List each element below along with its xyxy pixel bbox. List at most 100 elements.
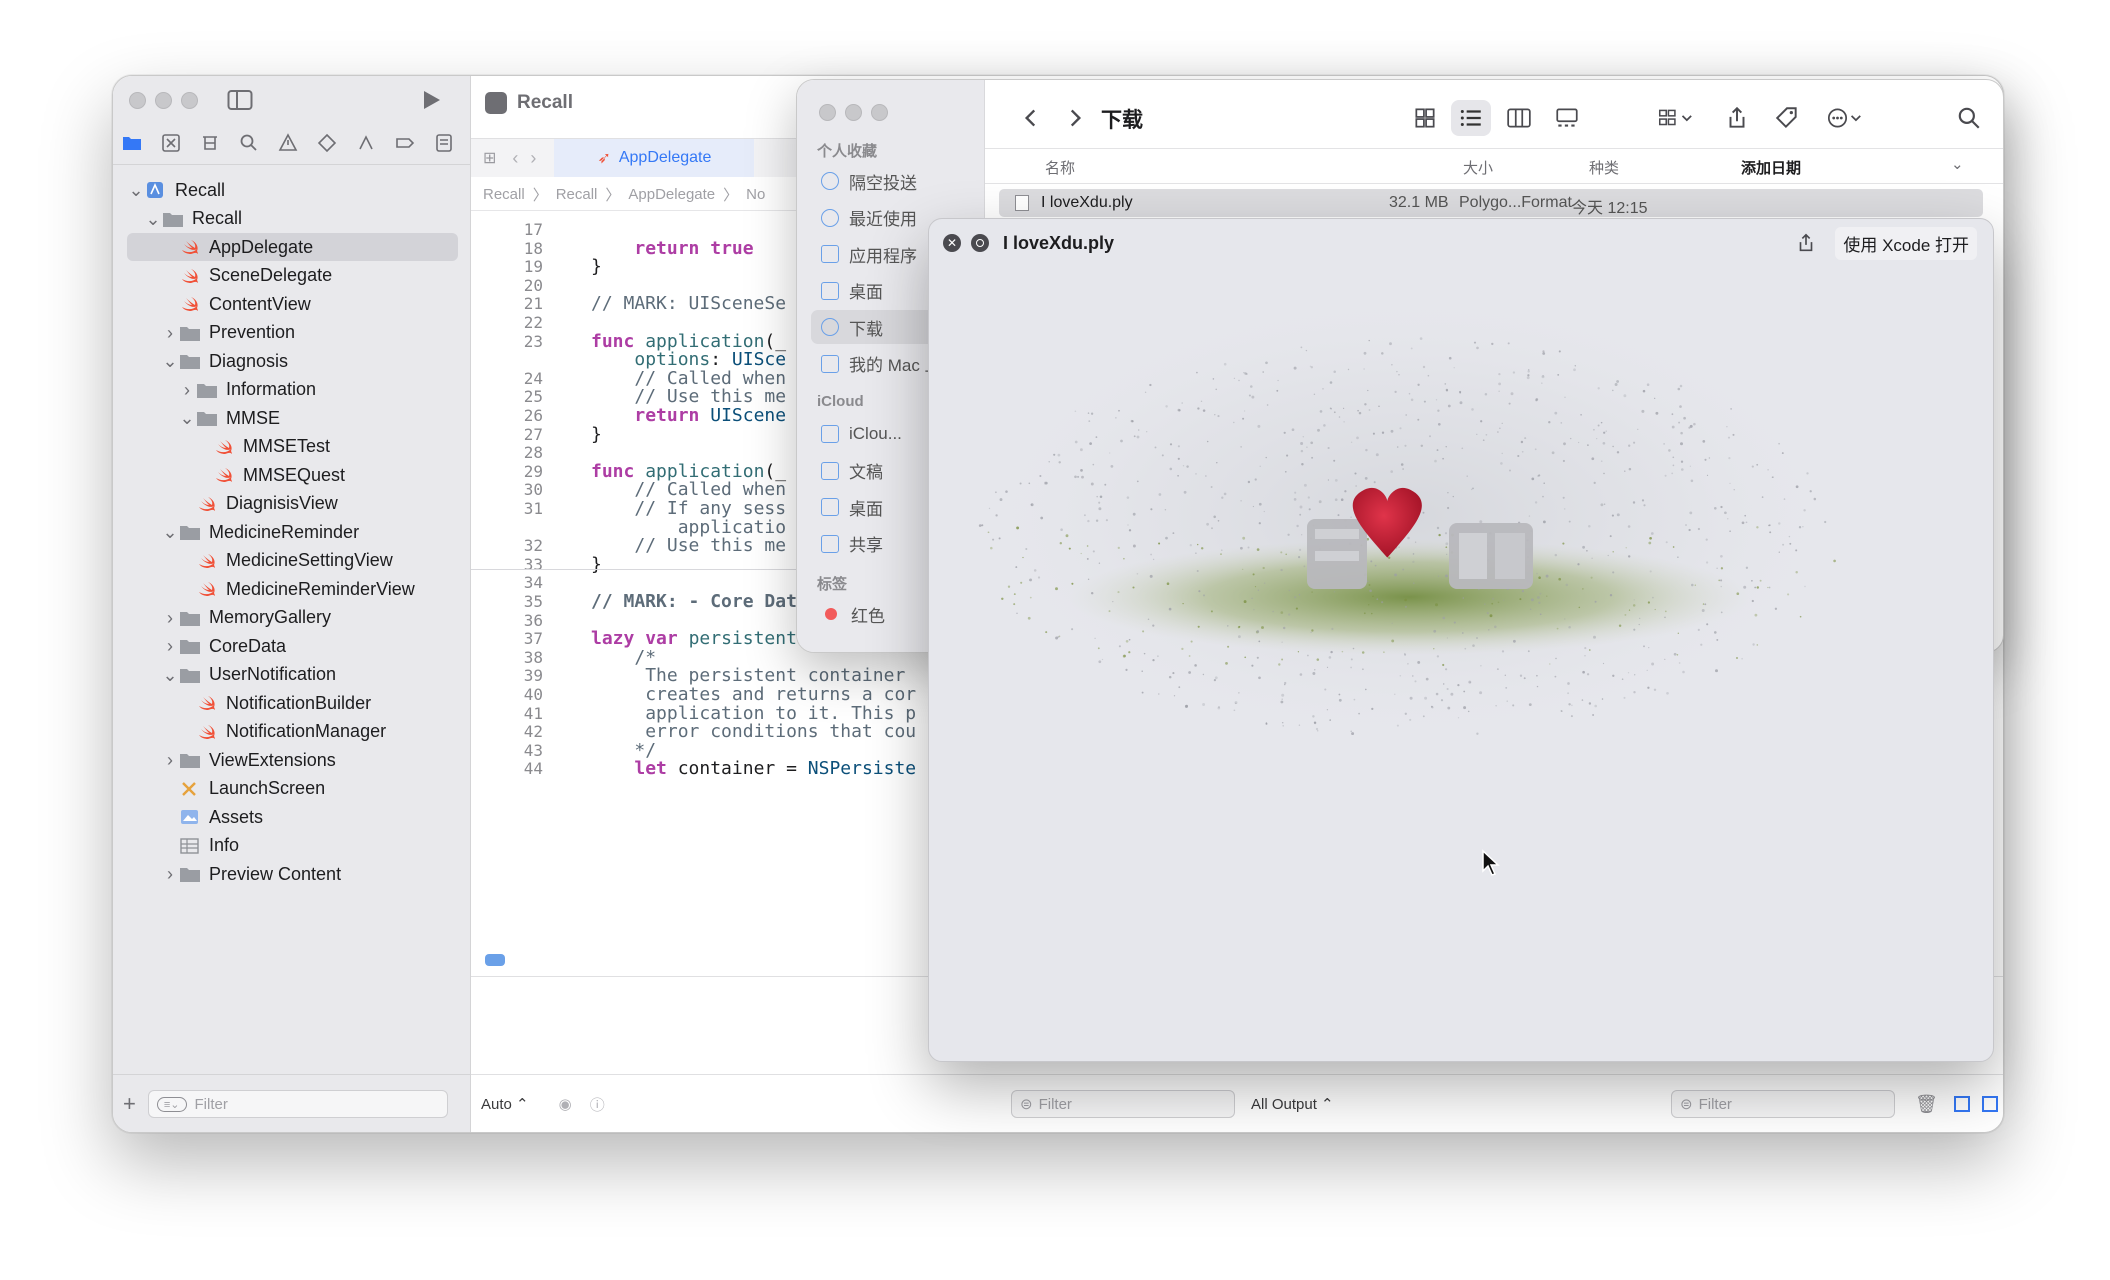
breakpoint-icon[interactable] bbox=[392, 130, 418, 156]
list-view-icon[interactable] bbox=[1451, 100, 1491, 136]
grid-icon[interactable]: ⊞ bbox=[483, 148, 496, 168]
chevron-right-icon[interactable]: › bbox=[161, 324, 179, 342]
share-icon[interactable] bbox=[1717, 100, 1757, 136]
navigator-item-prevention[interactable]: › Prevention bbox=[127, 319, 458, 347]
search-icon[interactable] bbox=[236, 130, 262, 156]
fullscreen-icon[interactable] bbox=[971, 234, 989, 252]
run-icon[interactable] bbox=[419, 88, 443, 112]
forward-icon[interactable] bbox=[1055, 100, 1095, 136]
trash-icon[interactable]: 🗑 bbox=[1915, 1094, 1938, 1115]
navigator-item-recall[interactable]: ⌄ Recall bbox=[127, 176, 458, 204]
navigator-item-mmsetest[interactable]: MMSETest bbox=[127, 433, 458, 461]
debug-icon[interactable] bbox=[353, 130, 379, 156]
navigator-item-appdelegate[interactable]: AppDelegate bbox=[127, 233, 458, 261]
back-icon[interactable] bbox=[1011, 100, 1051, 136]
line-number: 36 bbox=[523, 610, 543, 630]
open-with-xcode-button[interactable]: 使用 Xcode 打开 bbox=[1835, 226, 1977, 260]
forward-icon[interactable]: › bbox=[530, 148, 536, 169]
line-number: 27 bbox=[523, 424, 543, 444]
navigator-item-information[interactable]: › Information bbox=[127, 376, 458, 404]
navigator-item-viewextensions[interactable]: › ViewExtensions bbox=[127, 746, 458, 774]
navigator-item-medicinereminder[interactable]: ⌄ MedicineReminder bbox=[127, 518, 458, 546]
zoom-window-button[interactable] bbox=[181, 92, 198, 109]
swift-file-icon bbox=[196, 495, 218, 513]
navigator-filter-field[interactable]: ≡⌄ Filter bbox=[147, 1090, 448, 1118]
folder-icon[interactable] bbox=[119, 130, 145, 156]
column-kind[interactable]: 种类 bbox=[1589, 157, 1619, 178]
search-icon[interactable] bbox=[1949, 100, 1989, 136]
navigator-item-mmse[interactable]: ⌄ MMSE bbox=[127, 404, 458, 432]
info-icon[interactable]: ⓘ bbox=[590, 1094, 605, 1115]
navigator-item-memorygallery[interactable]: › MemoryGallery bbox=[127, 604, 458, 632]
symbol-icon[interactable] bbox=[197, 130, 223, 156]
navigator-item-notificationbuilder[interactable]: NotificationBuilder bbox=[127, 689, 458, 717]
share-icon[interactable] bbox=[1795, 232, 1817, 254]
navigator-item-preview-content[interactable]: › Preview Content bbox=[127, 860, 458, 888]
navigator-item-notificationmanager[interactable]: NotificationManager bbox=[127, 718, 458, 746]
gallery-view-icon[interactable] bbox=[1547, 100, 1587, 136]
point-cloud-preview[interactable] bbox=[929, 267, 1994, 1062]
chevron-down-icon[interactable]: ⌄ bbox=[1951, 155, 1964, 173]
breakpoint-indicator-icon[interactable] bbox=[485, 954, 505, 966]
eye-icon[interactable]: ◉ bbox=[559, 1095, 572, 1113]
navigator-item-medicinereminderview[interactable]: MedicineReminderView bbox=[127, 575, 458, 603]
column-view-icon[interactable] bbox=[1499, 100, 1539, 136]
group-by-icon[interactable] bbox=[1649, 100, 1703, 136]
column-date-added[interactable]: 添加日期 bbox=[1741, 157, 1801, 178]
tab-appdelegate[interactable]: ➶ AppDelegate bbox=[554, 139, 755, 177]
chevron-down-icon[interactable]: ⌄ bbox=[144, 210, 162, 228]
folder-icon bbox=[179, 523, 201, 541]
navigator-item-contentview[interactable]: ContentView bbox=[127, 290, 458, 318]
test-icon[interactable] bbox=[314, 130, 340, 156]
output-filter-field[interactable]: ⊜ Filter bbox=[1671, 1090, 1895, 1118]
close-icon[interactable]: ✕ bbox=[943, 234, 961, 252]
output-select[interactable]: All Output ⌃ bbox=[1251, 1095, 1334, 1113]
left-panel-icon[interactable] bbox=[1953, 1096, 1970, 1112]
icon-view-icon[interactable] bbox=[1405, 100, 1445, 136]
debug-filter-field[interactable]: ⊜ Filter bbox=[1011, 1090, 1235, 1118]
close-window-button[interactable] bbox=[129, 92, 146, 109]
chevron-right-icon[interactable]: › bbox=[161, 865, 179, 883]
chevron-right-icon[interactable]: › bbox=[161, 637, 179, 655]
more-actions-icon[interactable] bbox=[1817, 100, 1871, 136]
navigator-item-diagnisisview[interactable]: DiagnisisView bbox=[127, 490, 458, 518]
chevron-right-icon[interactable]: › bbox=[178, 381, 196, 399]
auto-variables-select[interactable]: Auto ⌃ bbox=[481, 1095, 529, 1113]
navigator-item-assets[interactable]: Assets bbox=[127, 803, 458, 831]
navigator-item-scenedelegate[interactable]: SceneDelegate bbox=[127, 262, 458, 290]
chevron-right-icon[interactable]: › bbox=[161, 609, 179, 627]
navigator-item-mmsequest[interactable]: MMSEQuest bbox=[127, 461, 458, 489]
report-icon[interactable] bbox=[431, 130, 457, 156]
navigator-item-launchscreen[interactable]: LaunchScreen bbox=[127, 775, 458, 803]
navigator-item-usernotification[interactable]: ⌄ UserNotification bbox=[127, 661, 458, 689]
desktop-icon bbox=[821, 498, 839, 516]
swift-icon: ➶ bbox=[597, 150, 611, 167]
file-row[interactable]: I loveXdu.ply 32.1 MB Polygo...Format 今天… bbox=[999, 189, 1983, 217]
navigator-item-diagnosis[interactable]: ⌄ Diagnosis bbox=[127, 347, 458, 375]
chevron-down-icon[interactable]: ⌄ bbox=[161, 352, 179, 370]
column-size[interactable]: 大小 bbox=[1463, 157, 1493, 178]
minimize-window-button[interactable] bbox=[155, 92, 172, 109]
line-number: 34 bbox=[523, 573, 543, 593]
chevron-down-icon[interactable]: ⌄ bbox=[178, 409, 196, 427]
right-panel-icon[interactable] bbox=[1981, 1096, 1998, 1112]
navigator-item-medicinesettingview[interactable]: MedicineSettingView bbox=[127, 547, 458, 575]
sidebar-item[interactable]: 隔空投送 bbox=[811, 164, 976, 198]
column-name[interactable]: 名称 bbox=[1045, 157, 1075, 178]
navigator-item-label: Information bbox=[226, 379, 317, 399]
tag-icon[interactable] bbox=[1767, 100, 1807, 136]
sidebar-toggle-icon[interactable] bbox=[227, 88, 253, 112]
chevron-down-icon[interactable]: ⌄ bbox=[161, 666, 179, 684]
navigator-item-coredata[interactable]: › CoreData bbox=[127, 632, 458, 660]
chevron-right-icon[interactable]: › bbox=[161, 751, 179, 769]
chevron-down-icon[interactable]: ⌄ bbox=[127, 181, 145, 199]
back-icon[interactable]: ‹ bbox=[512, 148, 518, 169]
warning-icon[interactable] bbox=[275, 130, 301, 156]
chevron-down-icon[interactable]: ⌄ bbox=[161, 523, 179, 541]
navigator-item-info[interactable]: Info bbox=[127, 832, 458, 860]
source-control-icon[interactable] bbox=[158, 130, 184, 156]
add-icon[interactable]: + bbox=[123, 1091, 136, 1117]
download-icon bbox=[821, 318, 839, 336]
navigator-item-recall[interactable]: ⌄ Recall bbox=[127, 205, 458, 233]
